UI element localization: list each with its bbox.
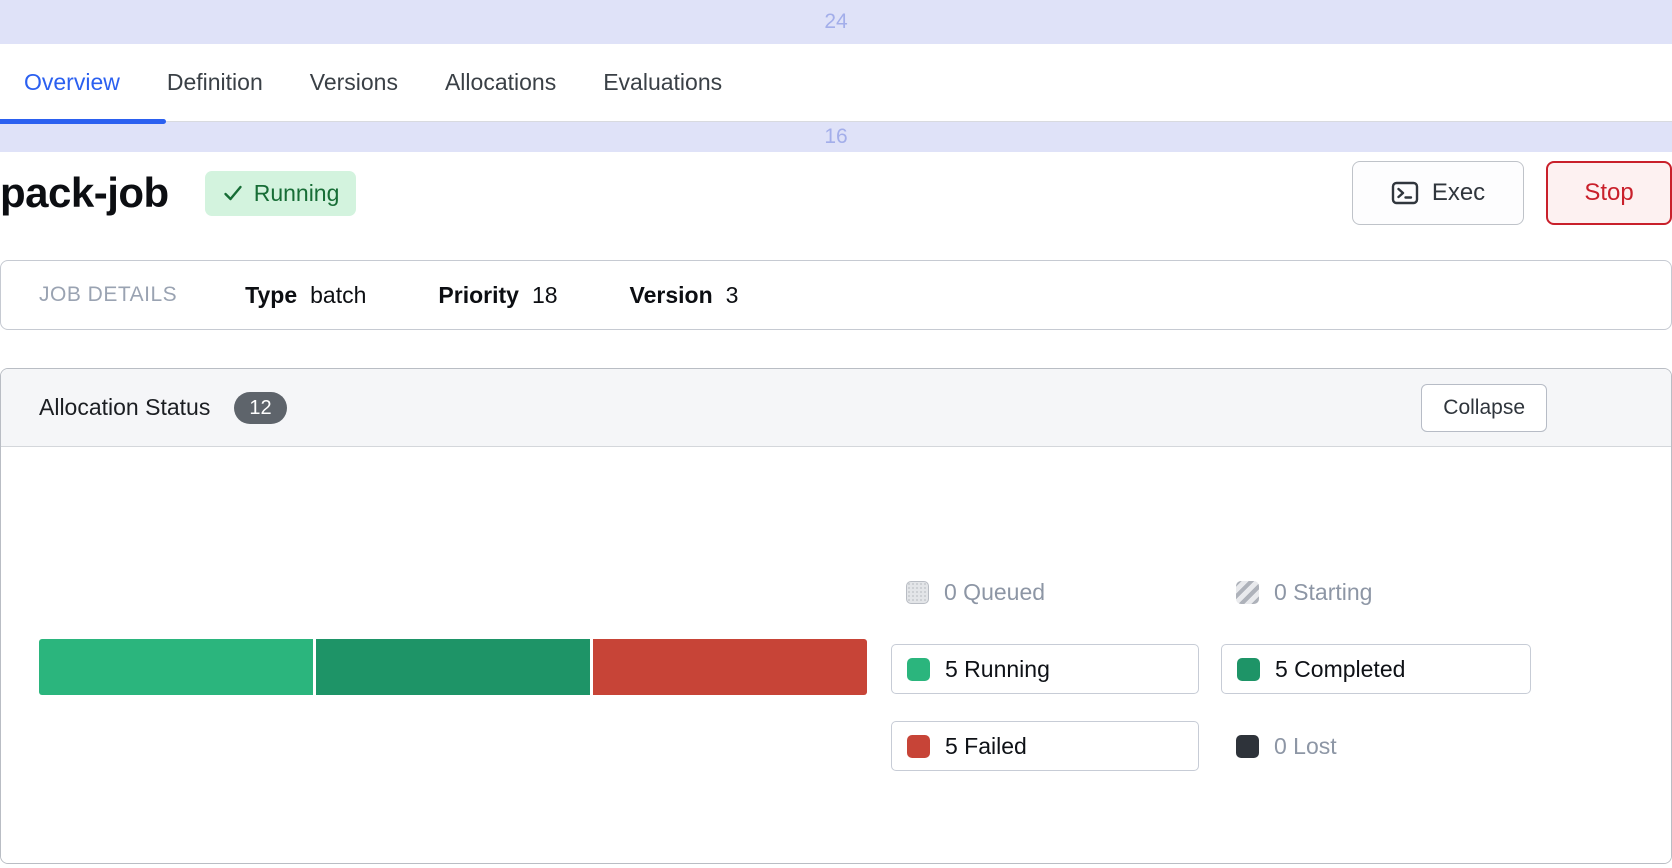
queued-swatch-icon — [906, 581, 929, 604]
field-value: 18 — [532, 282, 558, 309]
active-tab-underline — [0, 119, 166, 124]
allocation-status-body: 0 Queued 0 Starting 5 Running 5 Completed 5 … — [1, 447, 1671, 863]
legend-item-running[interactable]: 5 Running — [891, 644, 1199, 694]
legend-item-completed[interactable]: 5 Completed — [1221, 644, 1531, 694]
tab-overview[interactable]: Overview — [24, 69, 120, 96]
running-swatch-icon — [907, 658, 930, 681]
exec-button-label: Exec — [1432, 179, 1485, 207]
legend-label: 5 Running — [945, 656, 1050, 683]
legend-item-queued: 0 Queued — [891, 567, 1199, 617]
allocation-status-title: Allocation Status — [39, 394, 210, 421]
field-value: 3 — [726, 282, 739, 309]
tab-bar: Overview Definition Versions Allocations Eva… — [0, 44, 1672, 122]
allocation-status-header: Allocation Status 12 Collapse — [1, 369, 1671, 447]
job-actions: Exec Stop — [1352, 161, 1672, 225]
legend-label: 5 Failed — [945, 733, 1027, 760]
bar-segment-completed[interactable] — [316, 639, 590, 695]
spacer-bar-top: 24 — [0, 0, 1672, 44]
allocation-bar — [39, 639, 867, 695]
field-label: Type — [245, 282, 297, 309]
starting-swatch-icon — [1236, 581, 1259, 604]
exec-button[interactable]: Exec — [1352, 161, 1524, 225]
legend-item-failed[interactable]: 5 Failed — [891, 721, 1199, 771]
failed-swatch-icon — [907, 735, 930, 758]
tab-evaluations[interactable]: Evaluations — [603, 69, 722, 96]
completed-swatch-icon — [1237, 658, 1260, 681]
legend-item-lost: 0 Lost — [1221, 721, 1531, 771]
job-header: pack-job Running Exec Stop — [0, 152, 1672, 224]
tab-definition[interactable]: Definition — [167, 69, 263, 96]
tab-allocations[interactable]: Allocations — [445, 69, 556, 96]
legend: 0 Queued 0 Starting 5 Running 5 Completed 5 … — [891, 567, 1531, 771]
lost-swatch-icon — [1236, 735, 1259, 758]
check-icon — [222, 182, 244, 204]
status-badge-label: Running — [254, 180, 340, 207]
field-label: Priority — [438, 282, 519, 309]
job-details-heading: JOB DETAILS — [39, 283, 177, 307]
spacer-bar-bottom: 16 — [0, 122, 1672, 152]
terminal-icon — [1391, 179, 1419, 207]
legend-label: 0 Queued — [944, 579, 1045, 606]
status-badge: Running — [205, 171, 357, 216]
allocation-count-badge: 12 — [234, 392, 286, 424]
tab-versions[interactable]: Versions — [310, 69, 398, 96]
field-priority: Priority 18 — [438, 282, 557, 309]
job-details-card: JOB DETAILS Type batch Priority 18 Version 3 — [0, 260, 1672, 330]
field-label: Version — [630, 282, 713, 309]
page-title: pack-job — [0, 169, 169, 217]
legend-label: 0 Lost — [1274, 733, 1337, 760]
legend-item-starting: 0 Starting — [1221, 567, 1531, 617]
field-version: Version 3 — [630, 282, 739, 309]
field-value: batch — [310, 282, 366, 309]
field-type: Type batch — [245, 282, 366, 309]
job-details-fields: Type batch Priority 18 Version 3 — [245, 282, 738, 309]
stop-button-label: Stop — [1584, 179, 1633, 207]
bar-segment-running[interactable] — [39, 639, 313, 695]
spacer-bottom-label: 16 — [824, 125, 847, 149]
stop-button[interactable]: Stop — [1546, 161, 1672, 225]
allocation-status-card: Allocation Status 12 Collapse 0 Queued0 … — [0, 368, 1672, 864]
legend-label: 0 Starting — [1274, 579, 1372, 606]
spacer-top-label: 24 — [824, 10, 847, 34]
bar-segment-failed[interactable] — [593, 639, 867, 695]
legend-label: 5 Completed — [1275, 656, 1405, 683]
collapse-button[interactable]: Collapse — [1421, 384, 1547, 432]
tab-list: Overview Definition Versions Allocations Eva… — [24, 69, 722, 96]
